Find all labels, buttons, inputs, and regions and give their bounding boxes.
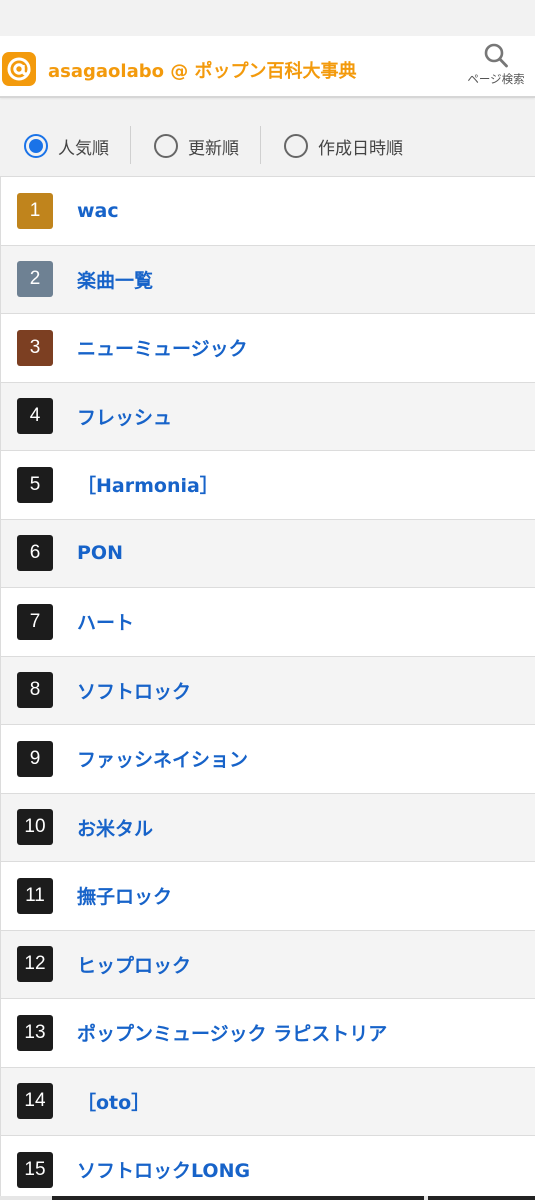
ranking-item[interactable]: 10 お米タル	[0, 793, 535, 862]
site-header: asagaolabo @ ポップン百科大事典 ページ検索	[0, 36, 535, 98]
ranking-item-link[interactable]: ポップンミュージック ラピストリア	[77, 1019, 387, 1046]
ranking-item-link[interactable]: ファッシネイション	[77, 745, 248, 772]
sort-option-label: 作成日時順	[318, 138, 403, 159]
rank-badge: 5	[17, 466, 53, 503]
rank-badge: 4	[17, 398, 53, 435]
ranking-item-link[interactable]: お米タル	[77, 814, 153, 841]
search-icon	[484, 43, 508, 68]
rank-badge: 8	[17, 672, 53, 709]
ranking-item[interactable]: 14 ［oto］	[0, 1067, 535, 1136]
rank-badge: 10	[17, 809, 53, 846]
ranking-item[interactable]: 12 ヒップロック	[0, 930, 535, 999]
ranking-item-link[interactable]: PON	[77, 542, 123, 564]
site-title[interactable]: asagaolabo @ ポップン百科大事典	[48, 57, 357, 83]
sort-option-popular[interactable]: 人気順	[24, 128, 109, 164]
rank-badge: 15	[17, 1151, 53, 1188]
ranking-item[interactable]: 8 ソフトロック	[0, 656, 535, 725]
ranking-item-link[interactable]: ヒップロック	[77, 951, 191, 978]
divider	[130, 126, 131, 164]
rank-badge: 1	[17, 192, 53, 229]
ranking-item-link[interactable]: 撫子ロック	[77, 882, 172, 909]
sort-option-label: 更新順	[188, 138, 239, 159]
ranking-item-link[interactable]: ［oto］	[77, 1088, 150, 1115]
rank-badge: 11	[17, 877, 53, 914]
sort-option-label: 人気順	[58, 138, 109, 159]
bottom-toolbar-edge	[0, 1196, 535, 1200]
ranking-item-link[interactable]: ハート	[77, 608, 134, 635]
rank-badge: 2	[17, 261, 53, 298]
ranking-item-link[interactable]: ソフトロックLONG	[77, 1156, 250, 1183]
ranking-item-link[interactable]: ソフトロック	[77, 677, 191, 704]
ranking-list: 1 wac 2 楽曲一覧 3 ニューミュージック 4 フレッシュ 5 ［Harm…	[0, 176, 535, 1200]
rank-badge: 6	[17, 535, 53, 572]
ranking-item[interactable]: 7 ハート	[0, 588, 535, 657]
at-sign-logo-icon[interactable]	[2, 52, 36, 86]
ranking-item-link[interactable]: ［Harmonia］	[77, 471, 219, 498]
sort-option-created[interactable]: 作成日時順	[284, 128, 403, 164]
ranking-item[interactable]: 5 ［Harmonia］	[0, 451, 535, 520]
radio-unchecked-icon[interactable]	[284, 134, 308, 158]
ranking-item[interactable]: 4 フレッシュ	[0, 382, 535, 451]
rank-badge: 13	[17, 1014, 53, 1051]
ranking-item[interactable]: 1 wac	[0, 177, 535, 246]
divider	[260, 126, 261, 164]
rank-badge: 7	[17, 603, 53, 640]
ranking-item[interactable]: 15 ソフトロックLONG	[0, 1136, 535, 1200]
sort-option-updated[interactable]: 更新順	[154, 128, 239, 164]
rank-badge: 9	[17, 740, 53, 777]
ranking-item-link[interactable]: ニューミュージック	[77, 334, 248, 361]
ranking-item-link[interactable]: wac	[77, 200, 119, 222]
ranking-item-link[interactable]: フレッシュ	[77, 403, 172, 430]
radio-unchecked-icon[interactable]	[154, 134, 178, 158]
radio-checked-icon[interactable]	[24, 134, 48, 158]
rank-badge: 12	[17, 946, 53, 983]
ranking-item[interactable]: 13 ポップンミュージック ラピストリア	[0, 999, 535, 1068]
page-search-button[interactable]: ページ検索	[463, 42, 529, 92]
ranking-item-link[interactable]: 楽曲一覧	[77, 266, 153, 293]
search-label: ページ検索	[467, 72, 525, 86]
ranking-item[interactable]: 9 ファッシネイション	[0, 725, 535, 794]
rank-badge: 3	[17, 329, 53, 366]
ranking-item[interactable]: 11 撫子ロック	[0, 862, 535, 931]
rank-badge: 14	[17, 1083, 53, 1120]
sort-options: 人気順 更新順 作成日時順	[0, 114, 535, 176]
ranking-item[interactable]: 3 ニューミュージック	[0, 314, 535, 383]
ranking-item[interactable]: 6 PON	[0, 519, 535, 588]
ranking-item[interactable]: 2 楽曲一覧	[0, 245, 535, 314]
status-bar	[0, 0, 535, 36]
